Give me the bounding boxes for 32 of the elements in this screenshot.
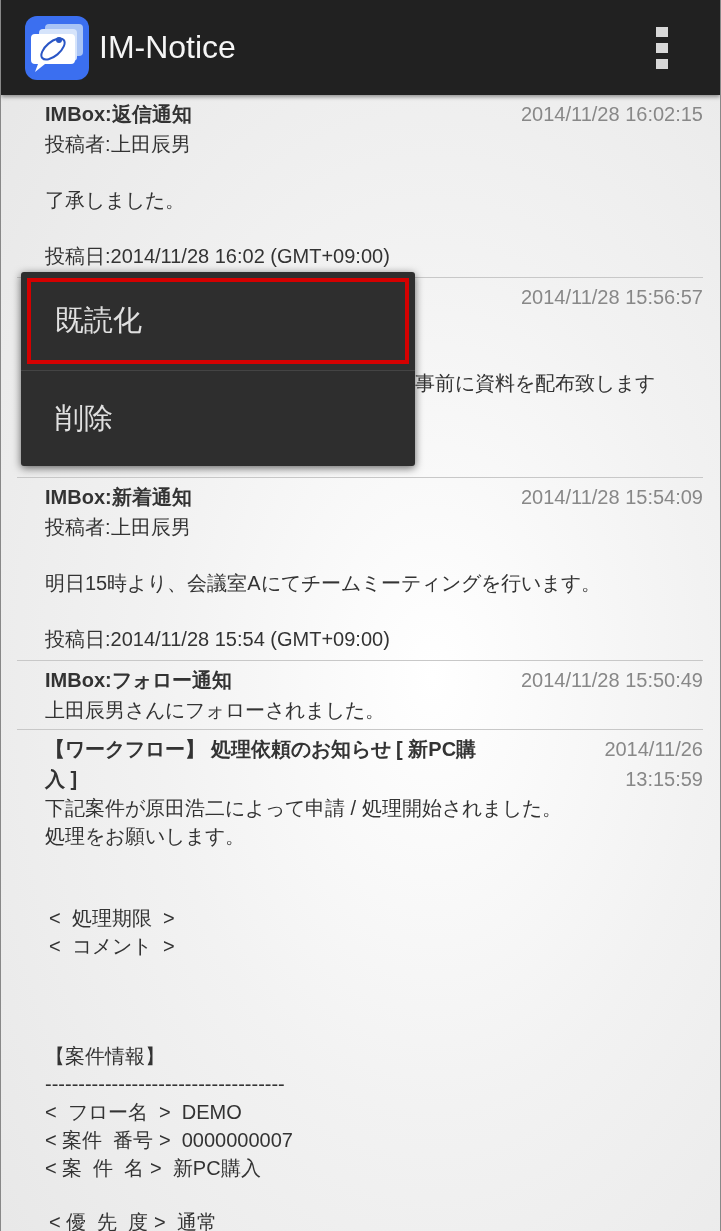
notice-text-line: 処理をお願いします。 xyxy=(45,824,246,849)
menu-item[interactable]: 削除 xyxy=(21,370,415,466)
notice-title[interactable]: IMBox:フォロー通知 xyxy=(45,665,232,695)
notice-text-line: < 案 件 名 > 新PC購入 xyxy=(45,1156,262,1181)
notice-body: 事前に資料を配布致します xyxy=(415,371,656,396)
notice-text-line: < 優 先 度 > 通常 xyxy=(49,1210,218,1231)
notice-title[interactable]: 【ワークフロー】 処理依頼のお知らせ [ 新PC購入 ] xyxy=(45,734,495,794)
notice-text-line: < フロー名 > DEMO xyxy=(45,1100,243,1125)
notice-text-line: < コメント > xyxy=(49,934,176,959)
notice-body: 了承しました。 xyxy=(45,188,186,213)
notice-text-line: ------------------------------------ xyxy=(45,1072,286,1097)
notice-text-line: 【案件情報】 xyxy=(45,1044,166,1069)
notice-text-line: < 案件 番号 > 0000000007 xyxy=(45,1128,294,1153)
notice-time: 2014/11/26 13:15:59 xyxy=(603,737,703,792)
notice-time: 2014/11/28 15:56:57 xyxy=(520,285,703,310)
notice-time: 2014/11/28 16:02:15 xyxy=(520,102,703,127)
notice-date: 投稿日:2014/11/28 15:54 (GMT+09:00) xyxy=(45,627,391,652)
notice-body: 明日15時より、会議室Aにてチームミーティングを行います。 xyxy=(45,571,602,596)
notice-body: 上田辰男さんにフォローされました。 xyxy=(45,698,386,723)
notice-date: 投稿日:2014/11/28 16:02 (GMT+09:00) xyxy=(45,244,391,269)
notice-time: 2014/11/28 15:54:09 xyxy=(520,485,703,510)
notice-text-line: < 処理期限 > xyxy=(49,906,176,931)
menu-item[interactable]: 既読化 xyxy=(27,278,409,364)
notice-author: 投稿者:上田辰男 xyxy=(45,132,192,157)
notice-text-line: 下記案件が原田浩二によって申請 / 処理開始されました。 xyxy=(45,796,563,821)
notice-author: 投稿者:上田辰男 xyxy=(45,515,192,540)
notice-title[interactable]: IMBox:返信通知 xyxy=(45,99,192,129)
notice-title[interactable]: IMBox:新着通知 xyxy=(45,482,192,512)
app-title: IM-Notice xyxy=(99,29,236,66)
app-logo-icon xyxy=(25,15,89,80)
overflow-menu-icon[interactable] xyxy=(656,26,668,69)
notice-time: 2014/11/28 15:50:49 xyxy=(520,668,703,693)
